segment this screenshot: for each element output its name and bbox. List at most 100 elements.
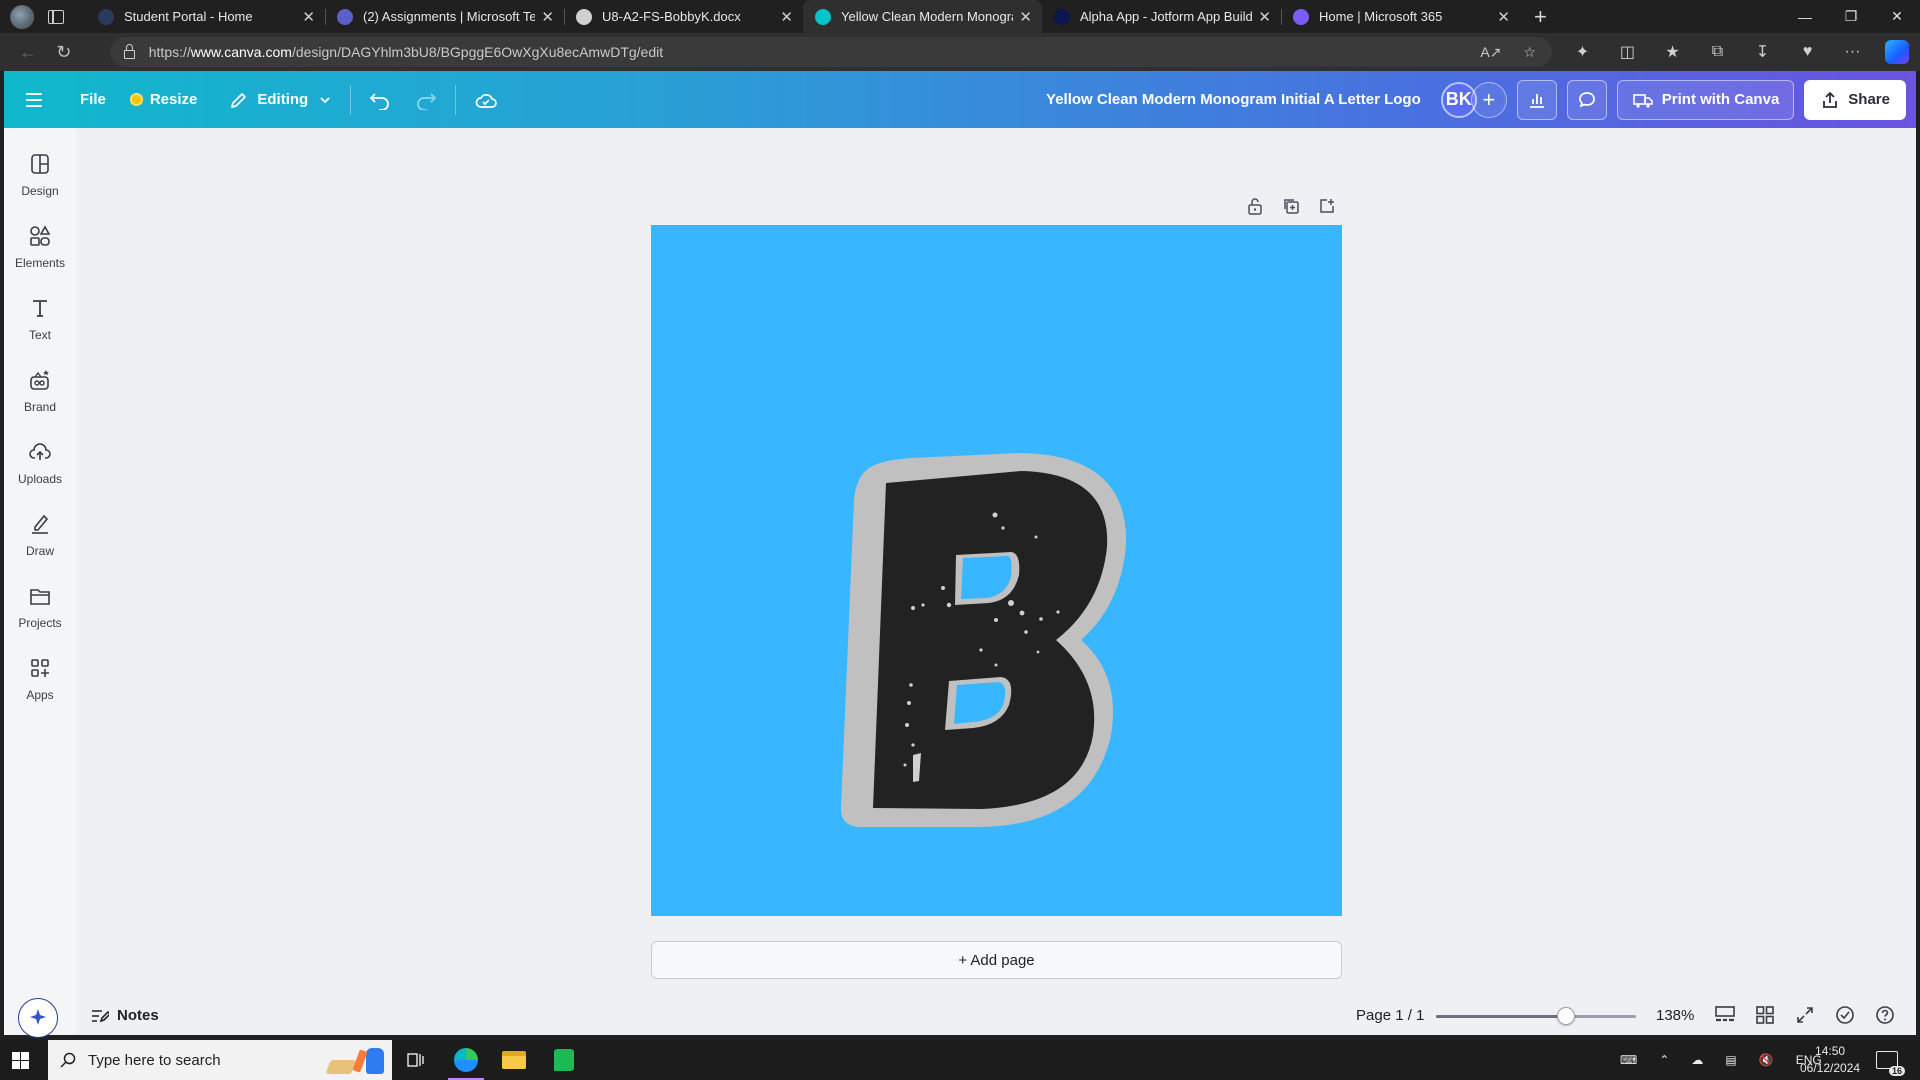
onedrive-icon[interactable]: ☁ [1691,1053,1703,1067]
url-path: /design/DAGYhlm3bU8/BGpggE6OwXgXu8ecAmwD… [291,44,664,60]
url-input[interactable]: https://www.canva.com/design/DAGYhlm3bU8… [109,37,1552,67]
tab-close-icon[interactable]: ✕ [541,8,554,26]
design-title[interactable]: Yellow Clean Modern Monogram Initial A L… [1046,91,1421,108]
sidebar-item-elements[interactable]: Elements [4,224,76,284]
minimize-button[interactable]: — [1782,0,1828,33]
tab-close-icon[interactable]: ✕ [1258,8,1271,26]
help-button[interactable] [1873,1003,1897,1027]
browser-tab[interactable]: Student Portal - Home ✕ [86,0,325,33]
network-icon[interactable]: ▤ [1725,1053,1736,1067]
system-clock[interactable]: 14:50 06/12/2024 [1800,1043,1860,1077]
sidebar-item-projects[interactable]: Projects [4,584,76,644]
undo-icon [369,92,390,110]
redo-button[interactable] [403,80,449,120]
text-icon [28,296,52,320]
volume-muted-icon[interactable]: 🔇 [1759,1053,1774,1067]
sidebar-item-draw[interactable]: Draw [4,512,76,572]
magic-sparkle-button[interactable] [18,998,58,1038]
profile-avatar[interactable] [10,4,34,29]
sidebar-item-apps[interactable]: Apps [4,656,76,716]
file-menu-button[interactable]: File [68,80,118,120]
taskbar-edge-button[interactable] [442,1040,490,1080]
read-aloud-icon[interactable]: A↗ [1480,44,1501,61]
apps-icon [28,656,52,680]
sidebar-item-label: Projects [18,616,62,630]
copilot-icon[interactable] [1885,40,1910,64]
restore-button[interactable]: ❐ [1828,0,1874,33]
windows-start-icon[interactable] [12,1052,29,1069]
print-with-canva-button[interactable]: Print with Canva [1616,79,1795,120]
tab-close-icon[interactable]: ✕ [780,8,793,26]
tab-actions-icon[interactable] [48,9,64,24]
taskbar-search-box[interactable]: Type here to search [48,1040,392,1080]
canva-header: File Resize Editing Yellow Clean Modern … [4,71,1916,128]
tab-close-icon[interactable]: ✕ [1497,8,1510,26]
downloads-icon[interactable]: ↧ [1740,42,1785,62]
tab-close-icon[interactable]: ✕ [302,8,315,26]
duplicate-icon [1284,199,1299,214]
notification-count: 16 [1888,1066,1905,1076]
taskbar-file-explorer-button[interactable] [490,1040,538,1080]
favorite-star-icon[interactable]: ☆ [1523,44,1536,61]
favorites-icon[interactable]: ★ [1650,42,1695,62]
tab-favicon-icon [98,8,114,25]
browser-essentials-icon[interactable]: ♥ [1785,43,1830,61]
editing-mode-button[interactable]: Editing [217,80,344,120]
notes-button[interactable]: Notes [91,1007,159,1024]
taskbar-app-button[interactable] [540,1040,588,1080]
split-screen-icon[interactable]: ◫ [1605,42,1650,62]
task-view-icon [407,1053,424,1067]
share-button[interactable]: Share [1804,79,1906,120]
sidebar-item-text[interactable]: Text [4,296,76,356]
design-page[interactable] [651,225,1342,916]
zoom-level[interactable]: 138% [1656,1007,1694,1024]
browser-tab[interactable]: Alpha App - Jotform App Builder ✕ [1042,0,1281,33]
print-label: Print with Canva [1661,91,1780,108]
browser-tab-strip: Student Portal - Home ✕ (2) Assignments | … [0,0,1920,33]
add-page-button[interactable]: + Add page [651,941,1342,979]
zoom-slider[interactable] [1436,1007,1636,1025]
browser-tab[interactable]: (2) Assignments | Microsoft Teams ✕ [325,0,564,33]
back-button[interactable]: ← [10,37,46,67]
system-tray: ⌨ ⌃ ☁ ▤ 🔇 ENG [1620,1040,1822,1080]
check-accessibility-button[interactable] [1833,1003,1857,1027]
letter-b-logo[interactable] [651,225,1342,916]
sidebar-item-label: Brand [23,400,57,414]
notification-center-button[interactable]: 16 [1876,1040,1905,1080]
sidebar-item-design[interactable]: Design [4,152,76,212]
sidebar-item-label: Apps [26,688,54,702]
keyboard-icon[interactable]: ⌨ [1620,1053,1637,1067]
reload-button[interactable]: ↻ [46,37,82,67]
projects-icon [28,584,52,608]
task-view-button[interactable] [392,1040,440,1080]
comments-button[interactable] [1566,79,1607,120]
add-page-below-button[interactable] [1317,196,1337,216]
menu-icon[interactable] [26,92,44,107]
sidebar-item-uploads[interactable]: Uploads [4,440,76,500]
resize-button[interactable]: Resize [118,80,210,120]
show-hidden-icons-button[interactable]: ⌃ [1659,1053,1669,1067]
insights-button[interactable] [1516,79,1557,120]
grid-view-button[interactable] [1753,1003,1777,1027]
browser-tab[interactable]: Home | Microsoft 365 ✕ [1281,0,1520,33]
collections-icon[interactable]: ⧉ [1695,43,1740,61]
page-indicator[interactable]: Page 1 / 1 [1356,1007,1424,1024]
undo-button[interactable] [357,80,403,120]
sidebar-item-label: Text [28,328,51,342]
close-window-button[interactable]: ✕ [1874,0,1920,33]
lock-page-button[interactable] [1245,196,1265,216]
more-menu-icon[interactable]: ··· [1830,43,1875,61]
tab-close-icon[interactable]: ✕ [1019,8,1032,26]
cloud-saved-button[interactable] [462,80,510,120]
duplicate-page-button[interactable] [1281,196,1301,216]
page-view-button[interactable] [1713,1003,1737,1027]
new-tab-button[interactable]: + [1534,4,1547,30]
tab-favicon-icon [576,8,592,25]
add-collaborator-button[interactable]: + [1470,81,1507,118]
extensions-icon[interactable]: ✦ [1560,42,1605,62]
zoom-slider-handle[interactable] [1557,1007,1575,1025]
browser-tab[interactable]: U8-A2-FS-BobbyK.docx ✕ [564,0,803,33]
fullscreen-button[interactable] [1793,1003,1817,1027]
sidebar-item-brand[interactable]: Brand [4,368,76,428]
browser-tab[interactable]: Yellow Clean Modern Monogram ✕ [803,0,1042,33]
